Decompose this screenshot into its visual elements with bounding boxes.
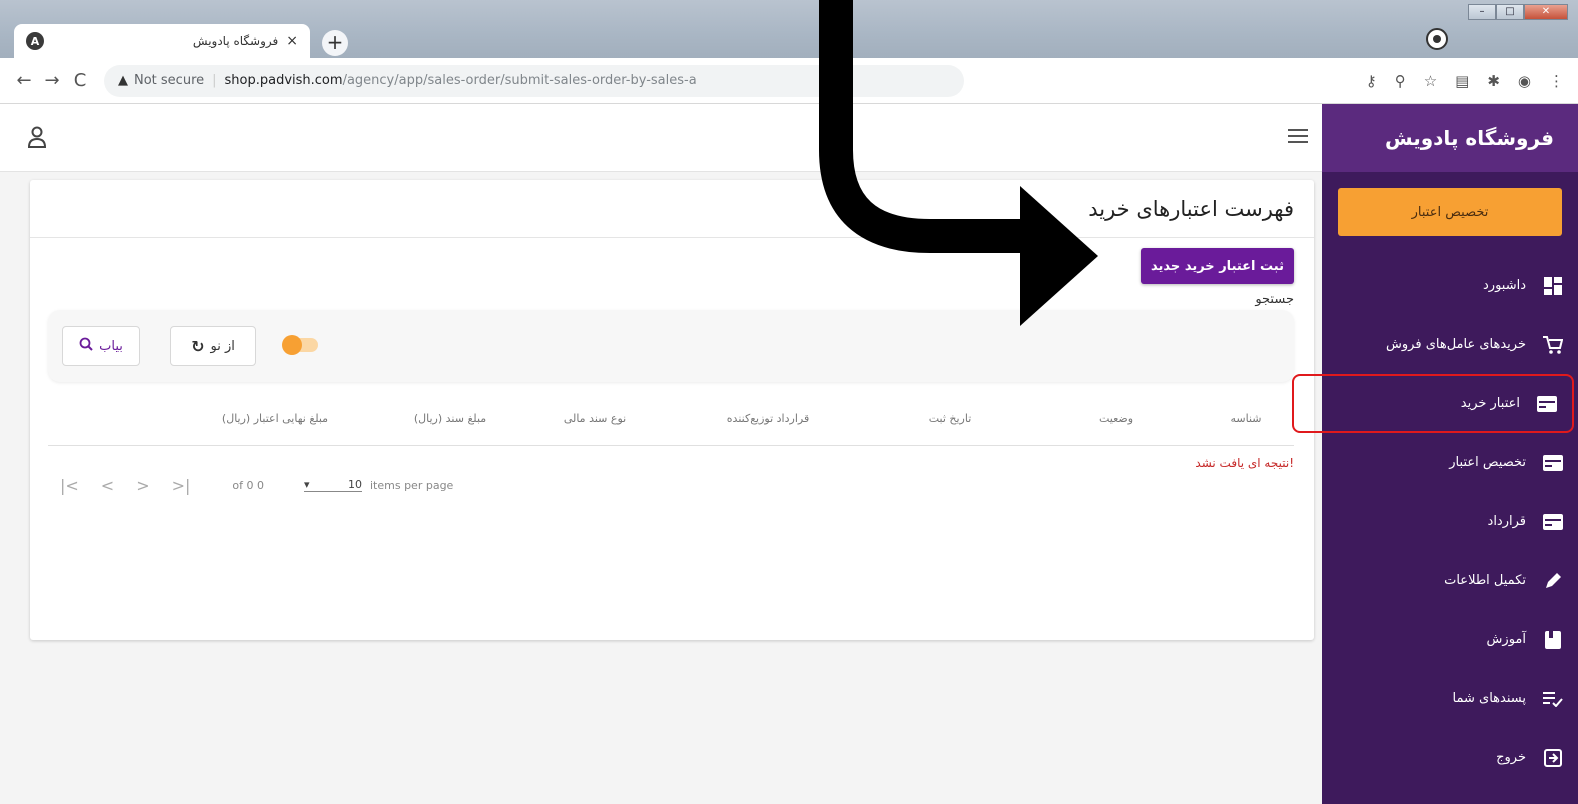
sidebar-item-favorites[interactable]: پسندهای شما: [1322, 669, 1578, 728]
sidebar-item-contract[interactable]: قرارداد: [1322, 492, 1578, 551]
reset-button[interactable]: ↻ از نو: [170, 326, 256, 366]
table-header: شناسه وضعیت تاریخ ثبت قرارداد توزیع‌کنند…: [48, 392, 1294, 446]
sidebar-item-agent-purchases[interactable]: خریدهای عامل‌های فروش: [1322, 315, 1578, 374]
minimize-icon[interactable]: –: [1468, 4, 1496, 20]
user-icon[interactable]: [27, 126, 47, 152]
sidebar-item-training[interactable]: آموزش: [1322, 610, 1578, 669]
sidebar-item-label: خریدهای عامل‌های فروش: [1386, 337, 1526, 352]
paginator: |< < > >| of 0 0 ▾ 10 items per page: [60, 470, 453, 500]
new-credit-button[interactable]: ثبت اعتبار خرید جدید: [1141, 248, 1294, 284]
find-button-label: بیاب: [99, 338, 123, 354]
sidebar-item-label: قرارداد: [1487, 514, 1526, 529]
zoom-icon[interactable]: ⚲: [1395, 72, 1406, 90]
sidebar-item-label: پسندهای شما: [1452, 691, 1526, 706]
book-icon: [1542, 629, 1564, 651]
sidebar-item-label: داشبورد: [1483, 278, 1526, 293]
sidebar-item-label: تکمیل اطلاعات: [1444, 573, 1526, 588]
tab-close-icon[interactable]: ×: [286, 33, 298, 49]
sidebar: فروشگاه پادویش تخصیص اعتبار داشبورد خرید…: [1292, 104, 1578, 804]
column-header[interactable]: قرارداد توزیع‌کننده: [670, 412, 866, 425]
sidebar-item-purchase-credit[interactable]: اعتبار خرید: [1292, 374, 1574, 433]
column-header[interactable]: مبلغ نهایی اعتبار (ریال): [170, 412, 380, 425]
tab-title: فروشگاه پادویش: [192, 34, 279, 48]
refresh-icon: ↻: [191, 336, 205, 356]
window-close-icon[interactable]: ✕: [1524, 4, 1568, 20]
key-icon[interactable]: ⚷: [1366, 72, 1377, 90]
browser-titlebar: A فروشگاه پادویش × + – □ ✕: [0, 0, 1578, 58]
app-area: فهرست اعتبارهای خرید ثبت اعتبار خرید جدی…: [0, 104, 1578, 804]
pencil-icon: [1542, 570, 1564, 592]
sidebar-item-credit-allocation[interactable]: تخصیص اعتبار: [1322, 433, 1578, 492]
column-header[interactable]: تاریخ ثبت: [866, 412, 1034, 425]
bookmark-star-icon[interactable]: ☆: [1424, 72, 1437, 90]
card-header: فهرست اعتبارهای خرید: [30, 180, 1314, 238]
sidebar-item-label: تخصیص اعتبار: [1449, 455, 1526, 470]
credits-card: فهرست اعتبارهای خرید ثبت اعتبار خرید جدی…: [30, 180, 1314, 640]
card-icon: [1536, 393, 1558, 415]
kebab-menu-icon[interactable]: ⋮: [1549, 72, 1564, 90]
page-range: of 0 0: [232, 478, 264, 492]
puzzle-icon[interactable]: ✱: [1487, 72, 1500, 90]
sidebar-item-label: آموزش: [1486, 632, 1526, 647]
find-button[interactable]: بیاب: [62, 326, 140, 366]
column-header[interactable]: شناسه: [1198, 412, 1294, 425]
column-header[interactable]: نوع سند مالی: [520, 412, 670, 425]
window-controls: – □ ✕: [1468, 4, 1568, 20]
hamburger-menu-icon[interactable]: [1288, 128, 1308, 147]
first-page-icon[interactable]: |<: [60, 476, 79, 495]
page-title: فهرست اعتبارهای خرید: [1088, 196, 1294, 221]
app-topbar: [0, 104, 1322, 172]
column-header[interactable]: مبلغ سند (ریال): [380, 412, 520, 425]
toggle-knob: [282, 335, 302, 355]
extension-icon[interactable]: ▤: [1455, 72, 1469, 90]
sidebar-item-complete-info[interactable]: تکمیل اطلاعات: [1322, 551, 1578, 610]
back-icon[interactable]: ←: [10, 70, 38, 91]
search-label: جستجو: [1255, 292, 1294, 307]
url-host: shop.padvish.com: [224, 73, 343, 88]
search-icon: [79, 337, 93, 355]
no-result-message: نتیجه ای یافت نشد!: [1195, 456, 1294, 470]
address-bar[interactable]: ▲ Not secure | shop.padvish.com /agency/…: [104, 64, 964, 97]
reset-button-label: از نو: [210, 338, 235, 354]
playlist-check-icon: [1542, 688, 1564, 710]
main-content: فهرست اعتبارهای خرید ثبت اعتبار خرید جدی…: [0, 172, 1322, 804]
brand-title: فروشگاه پادویش: [1322, 104, 1578, 172]
page-size-value: 10: [348, 478, 362, 491]
dropdown-arrow-icon: ▾: [304, 478, 310, 491]
next-page-icon[interactable]: >: [136, 476, 149, 495]
avatar[interactable]: ◉: [1518, 72, 1531, 90]
column-header[interactable]: وضعیت: [1034, 412, 1198, 425]
warning-icon: ▲: [118, 73, 128, 88]
security-label: Not secure: [134, 73, 205, 88]
angular-icon: A: [26, 32, 44, 50]
reload-icon[interactable]: C: [66, 70, 94, 91]
browser-profile-icon[interactable]: [1426, 28, 1448, 50]
new-tab-button[interactable]: +: [322, 30, 348, 56]
url-separator: |: [212, 73, 217, 88]
cart-icon: [1542, 334, 1564, 356]
forward-icon[interactable]: →: [38, 70, 66, 91]
sidebar-item-logout[interactable]: خروج: [1322, 728, 1578, 787]
browser-tab[interactable]: A فروشگاه پادویش ×: [14, 24, 310, 58]
filter-toggle[interactable]: [282, 335, 318, 355]
browser-toolbar: ← → C ▲ Not secure | shop.padvish.com /a…: [0, 58, 1578, 104]
allot-credit-button[interactable]: تخصیص اعتبار: [1338, 188, 1562, 236]
card-icon: [1542, 511, 1564, 533]
card-icon: [1542, 452, 1564, 474]
sidebar-item-label: اعتبار خرید: [1460, 396, 1520, 411]
sidebar-item-dashboard[interactable]: داشبورد: [1322, 256, 1578, 315]
logout-icon: [1542, 747, 1564, 769]
maximize-icon[interactable]: □: [1496, 4, 1524, 20]
items-per-page-label: items per page: [370, 478, 454, 492]
prev-page-icon[interactable]: <: [101, 476, 114, 495]
sidebar-item-label: خروج: [1496, 750, 1526, 765]
url-path: /agency/app/sales-order/submit-sales-ord…: [342, 73, 697, 88]
dashboard-icon: [1542, 275, 1564, 297]
page-size-select[interactable]: ▾ 10: [304, 478, 362, 492]
last-page-icon[interactable]: >|: [172, 476, 191, 495]
search-panel: بیاب ↻ از نو: [48, 310, 1294, 382]
browser-actions: ⚷ ⚲ ☆ ▤ ✱ ◉ ⋮: [1366, 58, 1564, 104]
